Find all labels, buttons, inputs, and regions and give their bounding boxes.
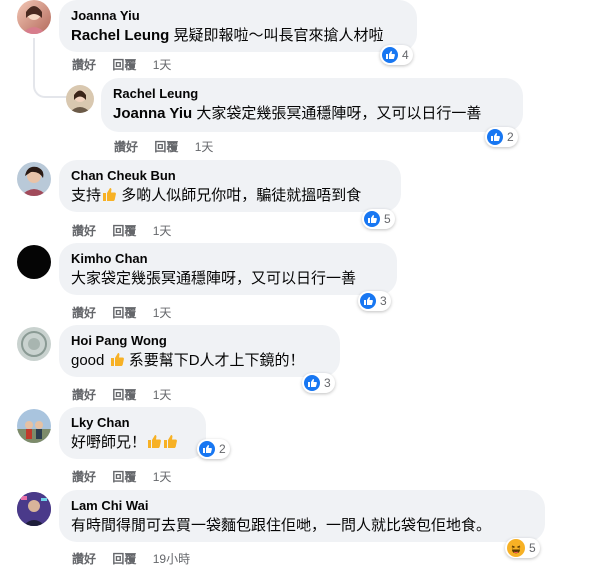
- avatar[interactable]: [17, 0, 51, 34]
- comment-timestamp[interactable]: 1天: [195, 140, 214, 154]
- reply-button[interactable]: 回覆: [154, 140, 178, 154]
- avatar[interactable]: [17, 409, 51, 443]
- comment-timestamp[interactable]: 19小時: [153, 552, 190, 566]
- reaction-count[interactable]: 2: [485, 127, 518, 147]
- haha-reaction-icon: [507, 539, 525, 557]
- mention-link[interactable]: Rachel Leung: [71, 27, 169, 44]
- comment-bubble: Rachel Leung Joanna Yiu 大家袋定幾張冥通穩陣呀，又可以日…: [101, 78, 523, 132]
- comment-bubble: Chan Cheuk Bun 支持 多啲人似師兄你咁，騙徒就搵唔到食: [59, 160, 401, 212]
- reaction-number: 5: [384, 212, 391, 226]
- like-button[interactable]: 讚好: [72, 58, 96, 72]
- comment-text: 支持 多啲人似師兄你咁，騙徒就搵唔到食: [71, 186, 389, 206]
- comment-body-continued: 多啲人似師兄你咁，騙徒就搵唔到食: [121, 187, 362, 204]
- reaction-number: 4: [402, 48, 409, 62]
- like-reaction-icon: [487, 129, 503, 145]
- comment-timestamp[interactable]: 1天: [153, 388, 172, 402]
- comment-text: Joanna Yiu 大家袋定幾張冥通穩陣呀，又可以日行一善: [113, 104, 511, 124]
- reply-button[interactable]: 回覆: [112, 388, 136, 402]
- comment-text: good 系要幫下D人才上下鏡的！: [71, 351, 328, 371]
- like-button[interactable]: 讚好: [72, 470, 96, 484]
- reaction-count[interactable]: 2: [197, 439, 230, 459]
- reaction-count[interactable]: 3: [358, 291, 391, 311]
- comment-body: good: [71, 352, 105, 369]
- comment-actions: 讚好 回覆 1天: [72, 468, 184, 485]
- like-reaction-icon: [360, 293, 376, 309]
- comment-body: 晃疑即報啦～叫長官來搶人材啦: [173, 27, 384, 44]
- comment-author[interactable]: Lam Chi Wai: [71, 498, 533, 514]
- comment-body: 支持: [71, 187, 102, 204]
- reply-button[interactable]: 回覆: [112, 58, 136, 72]
- like-reaction-icon: [199, 441, 215, 457]
- thumbs-up-emoji-icon: [110, 353, 124, 366]
- comment-author[interactable]: Hoi Pang Wong: [71, 333, 328, 349]
- comment-timestamp[interactable]: 1天: [153, 470, 172, 484]
- comment-author[interactable]: Lky Chan: [71, 415, 194, 431]
- comment-text: Rachel Leung 晃疑即報啦～叫長官來搶人材啦: [71, 26, 405, 46]
- reply-button[interactable]: 回覆: [112, 306, 136, 320]
- avatar-image: [17, 421, 51, 443]
- avatar-image: [22, 6, 46, 34]
- avatar[interactable]: [17, 327, 51, 361]
- mention-link[interactable]: Joanna Yiu: [113, 105, 192, 122]
- comment-actions: 讚好 回覆 1天: [72, 386, 184, 403]
- like-button[interactable]: 讚好: [72, 224, 96, 238]
- comment-timestamp[interactable]: 1天: [153, 224, 172, 238]
- avatar-image: [69, 90, 91, 113]
- like-button[interactable]: 讚好: [72, 306, 96, 320]
- comment-bubble: Joanna Yiu Rachel Leung 晃疑即報啦～叫長官來搶人材啦: [59, 0, 417, 52]
- comment-text: 大家袋定幾張冥通穩陣呀，又可以日行一善: [71, 270, 357, 287]
- avatar[interactable]: [17, 162, 51, 196]
- reaction-count[interactable]: 4: [380, 45, 413, 65]
- avatar[interactable]: [66, 85, 94, 113]
- comment-actions: 讚好 回覆 1天: [72, 222, 184, 239]
- comment-bubble: Lam Chi Wai 有時間得閒可去買一袋麵包跟住佢哋，一問人就比袋包佢地食。: [59, 490, 545, 542]
- comment-actions: 讚好 回覆 1天: [72, 56, 184, 73]
- reaction-number: 5: [529, 541, 536, 555]
- reply-button[interactable]: 回覆: [112, 552, 136, 566]
- avatar-image: [21, 331, 47, 357]
- comment-author[interactable]: Joanna Yiu: [71, 8, 405, 24]
- reaction-number: 2: [219, 442, 226, 456]
- like-reaction-icon: [304, 375, 320, 391]
- comment-actions: 讚好 回覆 1天: [114, 138, 226, 155]
- thumbs-up-emoji-icon: [164, 435, 177, 448]
- reply-thread-line: [33, 38, 67, 98]
- avatar[interactable]: [17, 245, 51, 279]
- reaction-count[interactable]: 5: [362, 209, 395, 229]
- comment-author[interactable]: Kimho Chan: [71, 251, 385, 267]
- thumbs-up-emoji-icon: [103, 188, 116, 201]
- comment-body: 好嘢師兄！: [71, 434, 147, 451]
- thumbs-up-emoji-icon: [148, 435, 161, 448]
- reaction-number: 3: [324, 376, 331, 390]
- comment-author[interactable]: Chan Cheuk Bun: [71, 168, 389, 184]
- like-reaction-icon: [382, 47, 398, 63]
- comment-actions: 讚好 回覆 1天: [72, 304, 184, 321]
- reaction-count[interactable]: 3: [302, 373, 335, 393]
- comment-timestamp[interactable]: 1天: [153, 306, 172, 320]
- reply-button[interactable]: 回覆: [112, 470, 136, 484]
- like-button[interactable]: 讚好: [72, 552, 96, 566]
- comment-actions: 讚好 回覆 19小時: [72, 550, 203, 567]
- comment-author[interactable]: Rachel Leung: [113, 86, 511, 102]
- avatar-image: [17, 492, 51, 526]
- comment-body: 大家袋定幾張冥通穩陣呀，又可以日行一善: [196, 105, 482, 122]
- avatar[interactable]: [17, 492, 51, 526]
- reaction-number: 3: [380, 294, 387, 308]
- comment-bubble: Kimho Chan 大家袋定幾張冥通穩陣呀，又可以日行一善: [59, 243, 397, 295]
- comment-text: 有時間得閒可去買一袋麵包跟住佢哋，一問人就比袋包佢地食。: [71, 517, 492, 534]
- comment-body-continued: 系要幫下D人才上下鏡的！: [128, 352, 305, 369]
- comment-text: 好嘢師兄！: [71, 433, 194, 453]
- reaction-count[interactable]: 5: [505, 538, 540, 558]
- avatar-image: [21, 166, 47, 196]
- like-button[interactable]: 讚好: [114, 140, 138, 154]
- reply-button[interactable]: 回覆: [112, 224, 136, 238]
- reaction-number: 2: [507, 130, 514, 144]
- like-button[interactable]: 讚好: [72, 388, 96, 402]
- like-reaction-icon: [364, 211, 380, 227]
- comment-bubble: Hoi Pang Wong good 系要幫下D人才上下鏡的！: [59, 325, 340, 377]
- comment-timestamp[interactable]: 1天: [153, 58, 172, 72]
- comment-bubble: Lky Chan 好嘢師兄！: [59, 407, 206, 459]
